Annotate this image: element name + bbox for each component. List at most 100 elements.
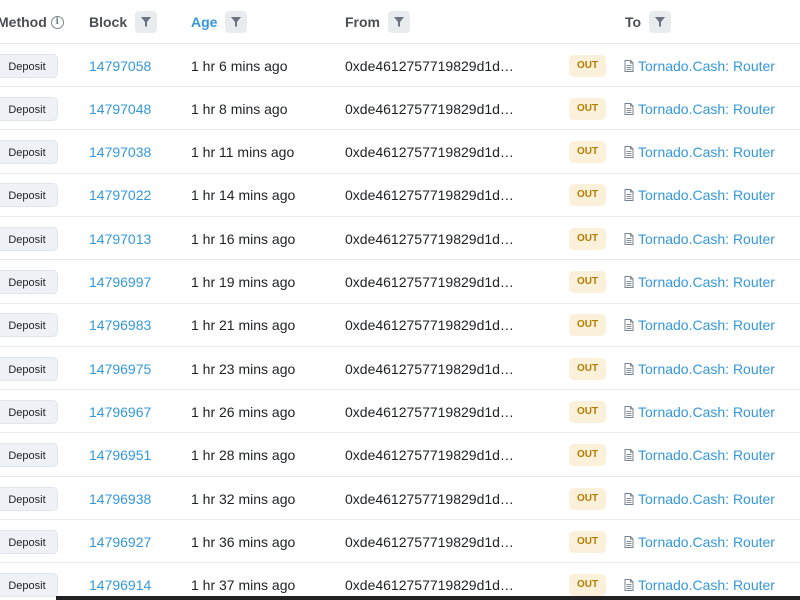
from-address[interactable]: 0xde4612757719829d1d…: [345, 577, 514, 593]
to-address-label[interactable]: Tornado.Cash: Router: [638, 404, 775, 420]
to-address-link[interactable]: Tornado.Cash: Router: [624, 274, 775, 290]
from-address[interactable]: 0xde4612757719829d1d…: [345, 361, 514, 377]
filter-icon[interactable]: [135, 11, 158, 33]
to-cell: Tornado.Cash: Router: [624, 261, 775, 304]
to-address-link[interactable]: Tornado.Cash: Router: [624, 144, 775, 160]
table-row: Deposit 14796951 1 hr 28 mins ago 0xde46127…: [0, 434, 800, 477]
from-address[interactable]: 0xde4612757719829d1d…: [345, 187, 514, 203]
info-circle-icon[interactable]: i: [50, 15, 64, 29]
to-address-link[interactable]: Tornado.Cash: Router: [624, 491, 775, 507]
block-link[interactable]: 14796914: [89, 577, 151, 593]
header-method: Method i: [0, 0, 64, 44]
from-address[interactable]: 0xde4612757719829d1d…: [345, 231, 514, 247]
block-link[interactable]: 14796927: [89, 534, 151, 550]
from-address[interactable]: 0xde4612757719829d1d…: [345, 404, 514, 420]
block-link[interactable]: 14796938: [89, 491, 151, 507]
method-badge: Deposit: [0, 226, 58, 251]
method-cell: Deposit: [0, 520, 58, 563]
block-link[interactable]: 14796983: [89, 317, 151, 333]
horizontal-scrollbar[interactable]: [56, 596, 800, 600]
direction-cell: OUT: [569, 434, 606, 477]
method-cell: Deposit: [0, 217, 58, 260]
from-address[interactable]: 0xde4612757719829d1d…: [345, 144, 514, 160]
to-address-link[interactable]: Tornado.Cash: Router: [624, 231, 775, 247]
filter-icon[interactable]: [225, 11, 248, 33]
method-badge: Deposit: [0, 53, 58, 78]
to-address-label[interactable]: Tornado.Cash: Router: [638, 231, 775, 247]
direction-cell: OUT: [569, 44, 606, 87]
to-address-link[interactable]: Tornado.Cash: Router: [624, 58, 775, 74]
age-text: 1 hr 8 mins ago: [191, 100, 288, 117]
age-text: 1 hr 36 mins ago: [191, 533, 296, 550]
block-link[interactable]: 14797022: [89, 187, 151, 203]
to-address-label[interactable]: Tornado.Cash: Router: [638, 144, 775, 160]
header-block-label: Block: [89, 14, 128, 30]
to-address-label[interactable]: Tornado.Cash: Router: [638, 577, 775, 593]
to-address-link[interactable]: Tornado.Cash: Router: [624, 187, 775, 203]
to-address-link[interactable]: Tornado.Cash: Router: [624, 447, 775, 463]
block-link[interactable]: 14796967: [89, 404, 151, 420]
from-cell: 0xde4612757719829d1d…: [345, 477, 514, 520]
block-link[interactable]: 14796975: [89, 361, 151, 377]
to-address-link[interactable]: Tornado.Cash: Router: [624, 577, 775, 593]
from-address[interactable]: 0xde4612757719829d1d…: [345, 58, 514, 74]
block-cell: 14797038: [89, 131, 151, 174]
to-address-link[interactable]: Tornado.Cash: Router: [624, 317, 775, 333]
age-cell: 1 hr 23 mins ago: [191, 347, 295, 390]
age-cell: 1 hr 36 mins ago: [191, 520, 295, 563]
to-address-link[interactable]: Tornado.Cash: Router: [624, 404, 775, 420]
block-link[interactable]: 14797058: [89, 58, 151, 74]
method-badge: Deposit: [0, 573, 58, 598]
to-address-link[interactable]: Tornado.Cash: Router: [624, 101, 775, 117]
from-address[interactable]: 0xde4612757719829d1d…: [345, 317, 514, 333]
document-icon: [624, 276, 638, 288]
from-address[interactable]: 0xde4612757719829d1d…: [345, 101, 514, 117]
from-cell: 0xde4612757719829d1d…: [345, 564, 514, 600]
header-to-label: To: [625, 14, 642, 30]
direction-cell: OUT: [569, 174, 606, 217]
header-age-label[interactable]: Age: [191, 14, 217, 30]
direction-badge: OUT: [569, 400, 606, 423]
from-cell: 0xde4612757719829d1d…: [345, 261, 514, 304]
to-address-label[interactable]: Tornado.Cash: Router: [638, 101, 775, 117]
to-address-label[interactable]: Tornado.Cash: Router: [638, 491, 775, 507]
filter-icon[interactable]: [649, 11, 672, 33]
from-address[interactable]: 0xde4612757719829d1d…: [345, 447, 514, 463]
to-address-label[interactable]: Tornado.Cash: Router: [638, 58, 775, 74]
to-address-label[interactable]: Tornado.Cash: Router: [638, 317, 775, 333]
age-text: 1 hr 14 mins ago: [191, 187, 296, 204]
header-block: Block: [89, 0, 158, 44]
to-address-label[interactable]: Tornado.Cash: Router: [638, 534, 775, 550]
block-link[interactable]: 14796997: [89, 274, 151, 290]
to-address-label[interactable]: Tornado.Cash: Router: [638, 187, 775, 203]
to-address-label[interactable]: Tornado.Cash: Router: [638, 447, 775, 463]
age-text: 1 hr 26 mins ago: [191, 403, 296, 420]
age-text: 1 hr 11 mins ago: [191, 144, 295, 161]
from-address[interactable]: 0xde4612757719829d1d…: [345, 491, 514, 507]
to-address-link[interactable]: Tornado.Cash: Router: [624, 361, 775, 377]
to-address-link[interactable]: Tornado.Cash: Router: [624, 534, 775, 550]
to-address-label[interactable]: Tornado.Cash: Router: [638, 274, 775, 290]
from-cell: 0xde4612757719829d1d…: [345, 44, 514, 87]
from-address[interactable]: 0xde4612757719829d1d…: [345, 534, 514, 550]
age-cell: 1 hr 6 mins ago: [191, 44, 288, 87]
from-cell: 0xde4612757719829d1d…: [345, 434, 514, 477]
age-cell: 1 hr 32 mins ago: [191, 477, 295, 520]
to-address-label[interactable]: Tornado.Cash: Router: [638, 361, 775, 377]
block-link[interactable]: 14797013: [89, 231, 151, 247]
document-icon: [624, 102, 638, 115]
table-row: Deposit 14796967 1 hr 26 mins ago 0xde46127…: [0, 390, 800, 434]
header-age[interactable]: Age: [191, 0, 248, 44]
direction-badge: OUT: [569, 314, 606, 337]
to-cell: Tornado.Cash: Router: [624, 44, 775, 87]
block-link[interactable]: 14796951: [89, 447, 151, 463]
block-link[interactable]: 14797048: [89, 101, 151, 117]
direction-cell: OUT: [569, 304, 606, 347]
to-cell: Tornado.Cash: Router: [624, 564, 775, 600]
block-link[interactable]: 14797038: [89, 144, 151, 160]
filter-icon[interactable]: [388, 11, 410, 33]
table-row: Deposit 14796983 1 hr 21 mins ago 0xde46127…: [0, 304, 800, 347]
table-row: Deposit 14796938 1 hr 32 mins ago 0xde46127…: [0, 477, 800, 520]
from-address[interactable]: 0xde4612757719829d1d…: [345, 274, 514, 290]
method-badge: Deposit: [0, 443, 58, 468]
